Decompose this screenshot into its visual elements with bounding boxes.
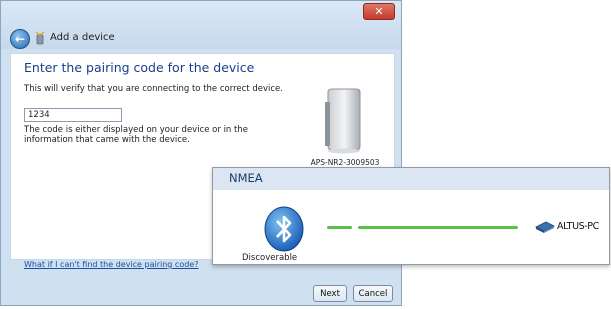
device-name: APS-NR2-3009503	[310, 158, 380, 167]
close-button[interactable]: ✕	[363, 3, 395, 20]
add-device-icon	[35, 31, 45, 45]
page-heading: Enter the pairing code for the device	[24, 60, 255, 75]
bluetooth-icon	[264, 206, 304, 252]
next-button[interactable]: Next	[313, 285, 347, 302]
discoverable-status: Discoverable	[242, 253, 298, 263]
nmea-title: NMEA	[229, 171, 263, 185]
help-link[interactable]: What if I can't find the device pairing …	[24, 260, 198, 269]
cancel-button[interactable]: Cancel	[353, 285, 393, 302]
page-description: This will verify that you are connecting…	[24, 84, 283, 94]
nmea-panel: NMEA Discoverable ALTUS-PC	[212, 167, 610, 265]
target-device-name: ALTUS-PC	[557, 221, 599, 232]
connection-line-segment	[327, 226, 352, 229]
back-button[interactable]: ←	[10, 29, 30, 49]
nmea-header	[213, 168, 609, 190]
pairing-code-input[interactable]: 1234	[24, 108, 122, 122]
laptop-icon	[535, 221, 555, 233]
window-title: Add a device	[50, 32, 115, 43]
device-icon	[325, 88, 361, 154]
code-hint-text: The code is either displayed on your dev…	[24, 125, 248, 145]
connection-line	[358, 226, 518, 229]
